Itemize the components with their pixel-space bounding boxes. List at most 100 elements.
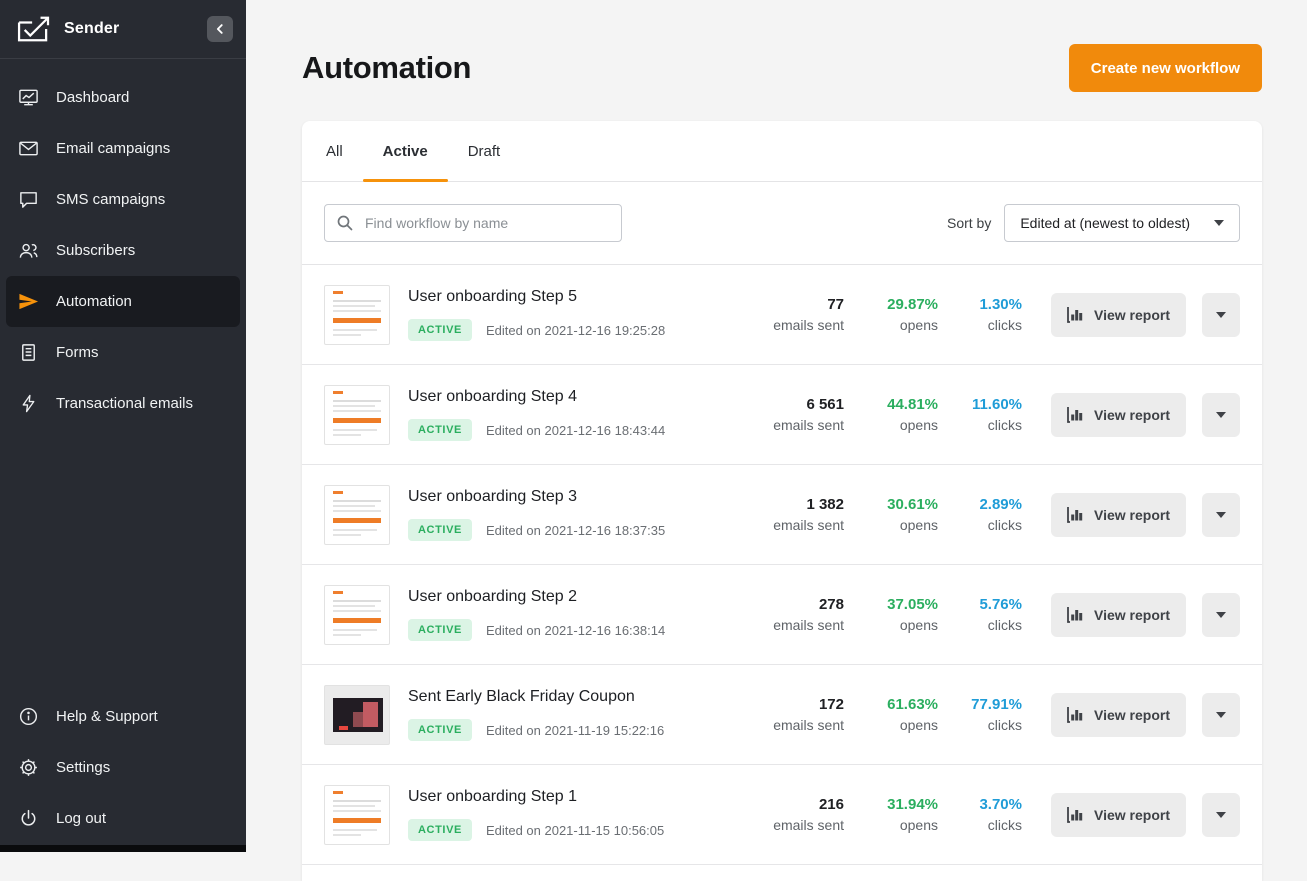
stat-opens: 37.05% opens	[850, 596, 938, 633]
row-actions-dropdown[interactable]	[1202, 293, 1240, 337]
gear-icon	[17, 757, 39, 779]
tab-draft[interactable]: Draft	[448, 121, 521, 181]
caret-down-icon	[1216, 412, 1226, 418]
logo-row: Sender	[0, 0, 246, 58]
view-report-button[interactable]: View report	[1051, 493, 1186, 537]
workflow-row[interactable]: User onboarding Step 1 ACTIVE Edited on …	[302, 765, 1262, 865]
tab-all[interactable]: All	[306, 121, 363, 181]
view-report-button[interactable]: View report	[1051, 593, 1186, 637]
bar-chart-icon	[1067, 306, 1084, 323]
view-report-button[interactable]: View report	[1051, 293, 1186, 337]
stat-opens: 44.81% opens	[850, 396, 938, 433]
create-new-workflow-button[interactable]: Create new workflow	[1069, 44, 1262, 92]
workflow-thumbnail	[324, 585, 390, 645]
row-actions-dropdown[interactable]	[1202, 593, 1240, 637]
workflow-stats: 1 382 emails sent 30.61% opens 2.89% cli…	[748, 496, 1022, 533]
workflow-row[interactable]: User onboarding Step 3 ACTIVE Edited on …	[302, 465, 1262, 565]
edited-date: Edited on 2021-11-19 15:22:16	[486, 723, 664, 738]
sidebar-item-label: Email campaigns	[56, 140, 170, 157]
envelope-icon	[17, 138, 39, 160]
sidebar-item-log-out[interactable]: Log out	[6, 793, 240, 844]
sidebar-item-label: SMS campaigns	[56, 191, 165, 208]
opens-value: 30.61%	[850, 496, 938, 513]
sidebar-item-label: Transactional emails	[56, 395, 193, 412]
lightning-icon	[17, 393, 39, 415]
stat-emails-sent: 216 emails sent	[748, 796, 844, 833]
emails-sent-value: 216	[748, 796, 844, 813]
workflow-row[interactable]: Sent Early Black Friday Coupon ACTIVE Ed…	[302, 665, 1262, 765]
row-actions-dropdown[interactable]	[1202, 393, 1240, 437]
tab-label: Active	[383, 143, 428, 160]
stat-opens: 61.63% opens	[850, 696, 938, 733]
sort-wrap: Sort by Edited at (newest to oldest)	[947, 204, 1240, 242]
sort-select[interactable]: Edited at (newest to oldest)	[1004, 204, 1240, 242]
status-badge: ACTIVE	[408, 419, 472, 441]
row-actions-dropdown[interactable]	[1202, 793, 1240, 837]
view-report-label: View report	[1094, 407, 1170, 423]
caret-down-icon	[1216, 612, 1226, 618]
view-report-label: View report	[1094, 307, 1170, 323]
opens-label: opens	[850, 617, 938, 633]
emails-sent-label: emails sent	[748, 317, 844, 333]
tabs: All Active Draft	[302, 121, 1262, 182]
view-report-label: View report	[1094, 707, 1170, 723]
stat-emails-sent: 278 emails sent	[748, 596, 844, 633]
view-report-label: View report	[1094, 607, 1170, 623]
emails-sent-value: 1 382	[748, 496, 844, 513]
workflow-meta: ACTIVE Edited on 2021-11-19 15:22:16	[408, 719, 748, 741]
paper-plane-icon	[17, 291, 39, 313]
workflow-row[interactable]: User onboarding Step 2 ACTIVE Edited on …	[302, 565, 1262, 665]
workflow-list: User onboarding Step 5 ACTIVE Edited on …	[302, 265, 1262, 865]
dashboard-icon	[17, 87, 39, 109]
sidebar-item-automation[interactable]: Automation	[6, 276, 240, 327]
stat-opens: 29.87% opens	[850, 296, 938, 333]
view-report-button[interactable]: View report	[1051, 393, 1186, 437]
view-report-button[interactable]: View report	[1051, 693, 1186, 737]
opens-value: 61.63%	[850, 696, 938, 713]
search-input[interactable]	[324, 204, 622, 242]
clicks-label: clicks	[944, 317, 1022, 333]
bar-chart-icon	[1067, 806, 1084, 823]
sidebar-item-subscribers[interactable]: Subscribers	[6, 225, 240, 276]
workflow-info: User onboarding Step 5 ACTIVE Edited on …	[408, 288, 748, 341]
main-content: Automation Create new workflow All Activ…	[246, 0, 1307, 852]
workflow-title: User onboarding Step 1	[408, 788, 748, 806]
sidebar-item-transactional-emails[interactable]: Transactional emails	[6, 378, 240, 429]
view-report-button[interactable]: View report	[1051, 793, 1186, 837]
sidebar-item-label: Dashboard	[56, 89, 129, 106]
emails-sent-label: emails sent	[748, 717, 844, 733]
sidebar-item-label: Subscribers	[56, 242, 135, 259]
sender-logo-icon	[16, 15, 52, 43]
workflow-thumbnail	[324, 685, 390, 745]
power-icon	[17, 808, 39, 830]
emails-sent-label: emails sent	[748, 817, 844, 833]
row-actions-dropdown[interactable]	[1202, 693, 1240, 737]
workflow-stats: 216 emails sent 31.94% opens 3.70% click…	[748, 796, 1022, 833]
clicks-label: clicks	[944, 517, 1022, 533]
sidebar-item-help-support[interactable]: Help & Support	[6, 691, 240, 742]
sidebar-item-dashboard[interactable]: Dashboard	[6, 72, 240, 123]
sidebar-item-email-campaigns[interactable]: Email campaigns	[6, 123, 240, 174]
workflow-row[interactable]: User onboarding Step 4 ACTIVE Edited on …	[302, 365, 1262, 465]
tab-active[interactable]: Active	[363, 121, 448, 181]
sidebar-item-settings[interactable]: Settings	[6, 742, 240, 793]
stat-clicks: 2.89% clicks	[944, 496, 1022, 533]
workflow-title: User onboarding Step 5	[408, 288, 748, 306]
workflow-thumbnail	[324, 485, 390, 545]
clicks-value: 1.30%	[944, 296, 1022, 313]
info-circle-icon	[17, 706, 39, 728]
workflow-stats: 278 emails sent 37.05% opens 5.76% click…	[748, 596, 1022, 633]
sidebar-collapse-button[interactable]	[207, 16, 233, 42]
toolbar: Sort by Edited at (newest to oldest)	[302, 182, 1262, 265]
sidebar-item-label: Forms	[56, 344, 99, 361]
workflow-meta: ACTIVE Edited on 2021-12-16 18:43:44	[408, 419, 748, 441]
stat-clicks: 5.76% clicks	[944, 596, 1022, 633]
stat-clicks: 1.30% clicks	[944, 296, 1022, 333]
row-actions-dropdown[interactable]	[1202, 493, 1240, 537]
sidebar-item-forms[interactable]: Forms	[6, 327, 240, 378]
search-icon	[336, 214, 354, 237]
workflow-title: User onboarding Step 4	[408, 388, 748, 406]
people-icon	[17, 240, 39, 262]
workflow-row[interactable]: User onboarding Step 5 ACTIVE Edited on …	[302, 265, 1262, 365]
sidebar-item-sms-campaigns[interactable]: SMS campaigns	[6, 174, 240, 225]
